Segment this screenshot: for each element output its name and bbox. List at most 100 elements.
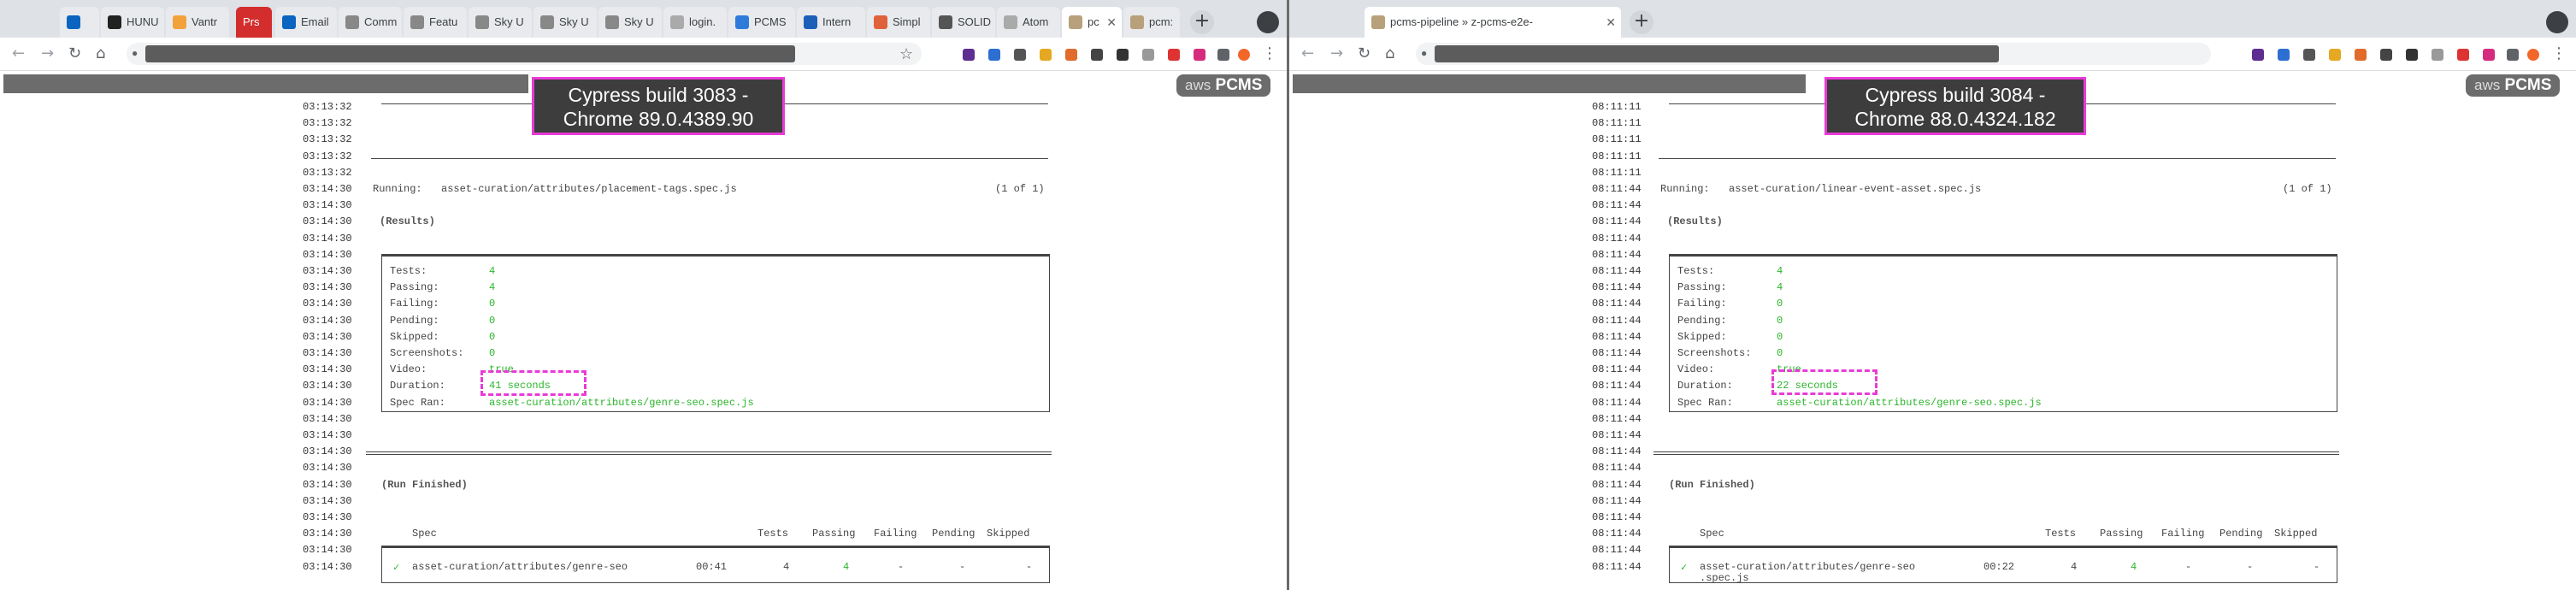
tab-simpl[interactable]: Simpl xyxy=(867,7,930,38)
extension-icon[interactable] xyxy=(2278,49,2290,61)
tab-sky-2[interactable]: Sky U xyxy=(533,7,597,38)
log-timestamp: 03:14:30 xyxy=(303,248,352,261)
log-timestamp: 03:14:30 xyxy=(303,199,352,212)
extension-icon[interactable] xyxy=(2329,49,2341,61)
tab-prs[interactable]: Prs xyxy=(236,7,272,38)
extension-icon[interactable] xyxy=(963,49,975,61)
log-timestamp: 08:11:44 xyxy=(1592,330,1642,343)
extension-icon[interactable] xyxy=(1194,49,1205,61)
tab-outlook[interactable] xyxy=(60,7,99,38)
extension-icon[interactable] xyxy=(2380,49,2392,61)
log-timestamp: 03:14:30 xyxy=(303,215,352,228)
close-tab-icon[interactable]: ✕ xyxy=(1106,7,1117,38)
log-timestamp: 08:11:44 xyxy=(1592,445,1642,458)
home-icon[interactable]: ⌂ xyxy=(96,44,105,62)
extension-icon[interactable] xyxy=(2355,49,2367,61)
lock-icon: ● xyxy=(1421,47,1428,59)
row-spec: asset-curation/attributes/genre-seo xyxy=(1700,560,1916,573)
extension-icon[interactable] xyxy=(1142,49,1154,61)
extension-icon[interactable] xyxy=(2483,49,2495,61)
log-timestamp: 08:11:44 xyxy=(1592,298,1642,310)
results-box xyxy=(1669,253,2337,412)
avatar[interactable] xyxy=(1238,49,1250,61)
tab-pcms[interactable]: PCMS xyxy=(728,7,795,38)
run-finished-label: (Run Finished) xyxy=(381,478,468,491)
extensions-puzzle-icon[interactable] xyxy=(2507,49,2519,61)
tab-email[interactable]: Email xyxy=(275,7,337,38)
table-header-passing: Passing xyxy=(2100,528,2143,540)
hunu-icon xyxy=(108,15,121,29)
table-header-passing: Passing xyxy=(812,528,856,540)
home-icon[interactable]: ⌂ xyxy=(1385,44,1394,62)
back-icon[interactable]: ← xyxy=(1301,44,1314,62)
extension-icon[interactable] xyxy=(1040,49,1052,61)
log-timestamp: 08:11:44 xyxy=(1592,478,1642,491)
tab-hunu[interactable]: HUNU xyxy=(101,7,164,38)
extension-icon[interactable] xyxy=(2303,49,2315,61)
extension-icon[interactable] xyxy=(2252,49,2264,61)
close-tab-icon[interactable]: ✕ xyxy=(1606,7,1616,38)
extension-icon[interactable] xyxy=(2406,49,2418,61)
github-icon xyxy=(345,15,359,29)
new-tab-button[interactable]: + xyxy=(1190,10,1214,34)
tab-featu[interactable]: Featu xyxy=(404,7,467,38)
reload-icon[interactable]: ↻ xyxy=(1358,44,1371,62)
tab-sky-1[interactable]: Sky U xyxy=(469,7,532,38)
extension-icon[interactable] xyxy=(1091,49,1103,61)
reload-icon[interactable]: ↻ xyxy=(68,44,81,62)
more-menu-icon[interactable]: ⋮ xyxy=(1262,44,1277,62)
tab-intern[interactable]: Intern xyxy=(797,7,865,38)
running-spec: asset-curation/attributes/placement-tags… xyxy=(441,183,737,195)
profile-menu-icon[interactable] xyxy=(2546,11,2568,33)
tab-pcms-pipeline[interactable]: pcms-pipeline » z-pcms-e2e- ✕ xyxy=(1365,7,1621,38)
extension-icon[interactable] xyxy=(1014,49,1026,61)
forward-icon[interactable]: → xyxy=(1330,44,1343,62)
log-timestamp: 08:11:44 xyxy=(1592,528,1642,540)
address-bar[interactable]: ● xyxy=(1416,43,2211,65)
duration-highlight xyxy=(1771,369,1877,395)
profile-menu-icon[interactable] xyxy=(1257,11,1279,33)
github-icon xyxy=(410,15,424,29)
stat-value: 0 xyxy=(489,347,496,359)
tab-sky-3[interactable]: Sky U xyxy=(598,7,662,38)
tab-pcms-2[interactable]: pcm: xyxy=(1123,7,1180,38)
new-tab-button[interactable]: + xyxy=(1630,10,1653,34)
running-label: Running: xyxy=(1660,183,1710,195)
running-count: (1 of 1) xyxy=(995,183,1045,195)
tab-comm[interactable]: Comm xyxy=(339,7,402,38)
browser-toolbar: ← → ↻ ⌂ ● ☆ ⋮ xyxy=(0,38,1287,71)
extension-icon[interactable] xyxy=(2457,49,2469,61)
row-check-icon: ✓ xyxy=(1681,561,1688,574)
row-passing: 4 xyxy=(843,560,850,573)
back-icon[interactable]: ← xyxy=(12,44,25,62)
stat-label: Duration: xyxy=(1677,380,1733,392)
extensions-puzzle-icon[interactable] xyxy=(1217,49,1229,61)
address-bar[interactable]: ● xyxy=(127,43,922,65)
stat-label: Video: xyxy=(390,363,427,376)
extension-icon[interactable] xyxy=(2432,49,2443,61)
stat-label: Spec Ran: xyxy=(390,396,445,409)
console-output: 03:13:32 03:13:32 03:13:32 03:13:32 03:13:32… xyxy=(0,99,1287,590)
stat-label: Screenshots: xyxy=(1677,347,1752,359)
extension-icon[interactable] xyxy=(1168,49,1180,61)
log-timestamp: 03:13:32 xyxy=(303,133,352,146)
more-menu-icon[interactable]: ⋮ xyxy=(2551,44,2567,62)
log-timestamp: 08:11:44 xyxy=(1592,396,1642,409)
extension-icon[interactable] xyxy=(1117,49,1129,61)
log-timestamp: 03:13:32 xyxy=(303,117,352,130)
forward-icon[interactable]: → xyxy=(41,44,54,62)
tab-pcms-active[interactable]: pc ✕ xyxy=(1062,7,1122,38)
avatar[interactable] xyxy=(2527,49,2539,61)
browser-toolbar: ← → ↻ ⌂ ● ⋮ xyxy=(1289,38,2576,71)
bookmark-star-icon[interactable]: ☆ xyxy=(899,45,913,63)
tab-solid[interactable]: SOLID xyxy=(932,7,995,38)
page-icon xyxy=(1004,15,1017,29)
results-label: (Results) xyxy=(380,215,435,228)
extension-icon[interactable] xyxy=(988,49,1000,61)
stat-value: 0 xyxy=(489,330,496,343)
tab-login[interactable]: login. xyxy=(663,7,727,38)
extension-icon[interactable] xyxy=(1065,49,1077,61)
jenkins-icon xyxy=(1130,15,1144,29)
tab-atom[interactable]: Atom xyxy=(997,7,1060,38)
tab-vantr[interactable]: Vantr xyxy=(166,7,229,38)
